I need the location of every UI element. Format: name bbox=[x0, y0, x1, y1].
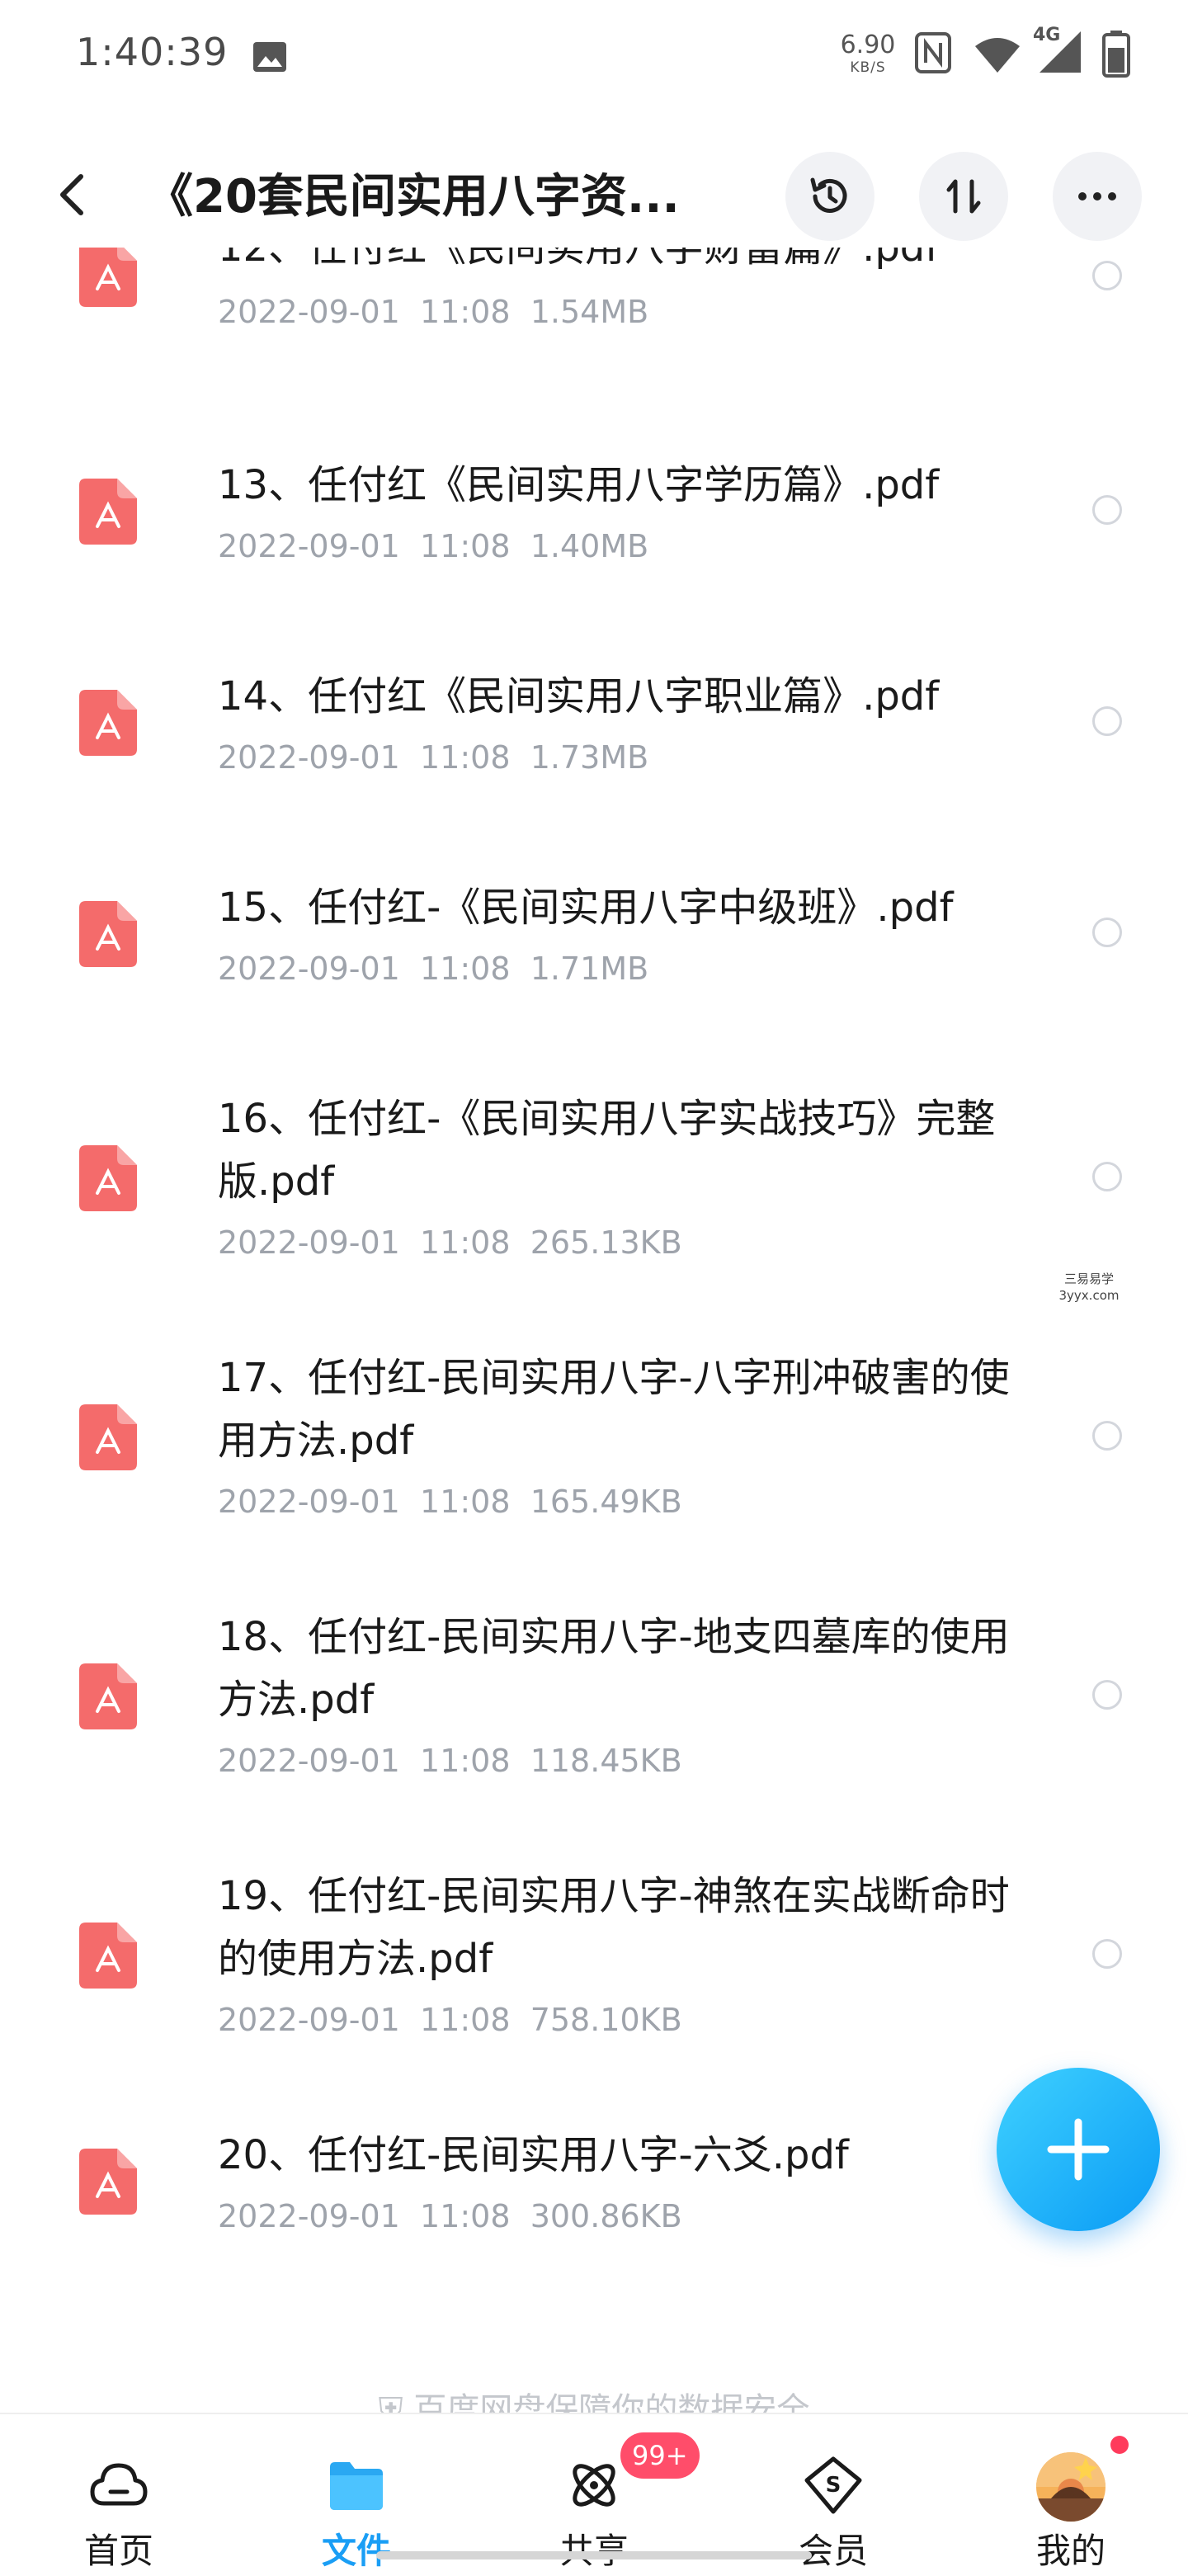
battery-icon bbox=[1102, 31, 1130, 78]
more-button[interactable] bbox=[1053, 152, 1142, 241]
file-row[interactable]: 16、任付红-《民间实用八字实战技巧》完整版.pdf 2022-09-01 11… bbox=[0, 1079, 1188, 1327]
nav-vip-label: 会员 bbox=[798, 2531, 868, 2571]
nav-mine[interactable]: 我的 bbox=[988, 2414, 1153, 2576]
nav-home[interactable]: 首页 bbox=[36, 2414, 201, 2576]
file-name: 14、任付红《民间实用八字职业篇》.pdf bbox=[218, 673, 940, 719]
file-meta: 2022-09-01 11:08 1.54MB bbox=[218, 294, 649, 330]
atom-share-icon bbox=[573, 2464, 615, 2507]
back-arrow-icon[interactable] bbox=[50, 170, 96, 219]
select-checkbox[interactable] bbox=[1092, 1680, 1122, 1710]
wifi-icon bbox=[975, 38, 1020, 73]
network-type: 4G bbox=[1033, 25, 1061, 45]
file-row[interactable]: 19、任付红-民间实用八字-神煞在实战断命时的使用方法.pdf 2022-09-… bbox=[0, 1857, 1188, 2104]
pdf-file-icon bbox=[79, 1663, 137, 1729]
pdf-file-icon bbox=[79, 2149, 137, 2215]
add-button[interactable] bbox=[997, 2068, 1160, 2231]
file-meta: 2022-09-01 11:08 265.13KB bbox=[218, 1224, 682, 1261]
share-badge: 99+ bbox=[620, 2432, 700, 2479]
nav-home-label: 首页 bbox=[83, 2531, 153, 2571]
watermark-line1: 三易易学 bbox=[1063, 1271, 1114, 1286]
pdf-file-icon bbox=[79, 1923, 137, 1989]
network-speed-unit: KB/S bbox=[850, 59, 886, 76]
file-name: 13、任付红《民间实用八字学历篇》.pdf bbox=[218, 462, 940, 508]
select-checkbox[interactable] bbox=[1092, 1162, 1122, 1191]
vip-diamond-icon: S bbox=[804, 2456, 862, 2514]
sort-icon bbox=[946, 179, 981, 214]
file-list: 12、任付红《民间实用八字财富篇》.pdf 2022-09-01 11:08 1… bbox=[0, 248, 1188, 2409]
file-meta: 2022-09-01 11:08 1.40MB bbox=[218, 528, 649, 564]
file-row[interactable]: 15、任付红-《民间实用八字中级班》.pdf 2022-09-01 11:08 … bbox=[0, 868, 1188, 1066]
file-meta: 2022-09-01 11:08 118.45KB bbox=[218, 1743, 682, 1779]
history-icon bbox=[810, 177, 847, 213]
avatar bbox=[1036, 2452, 1106, 2522]
file-name: 18、任付红-民间实用八字-地支四墓库的使用方法.pdf bbox=[218, 1614, 1010, 1723]
select-checkbox[interactable] bbox=[1092, 495, 1122, 525]
file-meta: 2022-09-01 11:08 1.71MB bbox=[218, 951, 649, 987]
nav-share-label: 共享 bbox=[512, 2523, 676, 2574]
pdf-file-icon bbox=[79, 1404, 137, 1470]
image-notification-icon bbox=[253, 42, 286, 72]
file-row[interactable]: 17、任付红-民间实用八字-八字刑冲破害的使用方法.pdf 2022-09-01… bbox=[0, 1338, 1188, 1586]
select-checkbox[interactable] bbox=[1092, 261, 1122, 290]
home-indicator[interactable] bbox=[376, 2551, 812, 2559]
file-name: 19、任付红-民间实用八字-神煞在实战断命时的使用方法.pdf bbox=[218, 1873, 1010, 1982]
status-bar: 1:40:39 6.90 KB/S 4G bbox=[0, 0, 1188, 116]
file-name: 20、任付红-民间实用八字-六爻.pdf bbox=[218, 2132, 849, 2178]
file-row[interactable]: 14、任付红《民间实用八字职业篇》.pdf 2022-09-01 11:08 1… bbox=[0, 657, 1188, 855]
file-meta: 2022-09-01 11:08 1.73MB bbox=[218, 739, 649, 776]
folder-title: 《20套民间实用八字资... bbox=[147, 170, 680, 224]
file-row[interactable]: 18、任付红-民间实用八字-地支四墓库的使用方法.pdf 2022-09-01 … bbox=[0, 1597, 1188, 1845]
history-button[interactable] bbox=[785, 152, 874, 241]
svg-text:S: S bbox=[826, 2473, 842, 2498]
sort-button[interactable] bbox=[919, 152, 1008, 241]
file-row[interactable]: 13、任付红《民间实用八字学历篇》.pdf 2022-09-01 11:08 1… bbox=[0, 446, 1188, 644]
folder-icon bbox=[330, 2462, 383, 2510]
file-meta: 2022-09-01 11:08 300.86KB bbox=[218, 2198, 682, 2234]
file-name: 15、任付红-《民间实用八字中级班》.pdf bbox=[218, 885, 954, 931]
nfc-icon bbox=[915, 32, 951, 73]
select-checkbox[interactable] bbox=[1092, 1421, 1122, 1451]
top-bar: 《20套民间实用八字资... bbox=[0, 140, 1188, 248]
file-meta: 2022-09-01 11:08 165.49KB bbox=[218, 1484, 682, 1520]
pdf-file-icon bbox=[79, 901, 137, 967]
notification-dot bbox=[1110, 2436, 1129, 2454]
network-speed: 6.90 KB/S bbox=[835, 33, 901, 75]
file-name: 16、任付红-《民间实用八字实战技巧》完整版.pdf bbox=[218, 1096, 996, 1205]
select-checkbox[interactable] bbox=[1092, 1939, 1122, 1969]
select-checkbox[interactable] bbox=[1092, 918, 1122, 947]
more-icon bbox=[1078, 192, 1116, 201]
file-meta: 2022-09-01 11:08 758.10KB bbox=[218, 2002, 682, 2038]
file-name: 12、任付红《民间实用八字财富篇》.pdf bbox=[218, 248, 940, 271]
pdf-file-icon bbox=[79, 690, 137, 756]
watermark-line2: 3yyx.com bbox=[1058, 1288, 1120, 1303]
nav-mine-label: 我的 bbox=[1035, 2531, 1106, 2571]
status-time: 1:40:39 bbox=[76, 30, 229, 74]
pdf-file-icon bbox=[79, 479, 137, 545]
cloud-home-icon bbox=[90, 2463, 148, 2506]
watermark: 三易易学 3yyx.com bbox=[1056, 1271, 1122, 1304]
pdf-file-icon bbox=[79, 248, 137, 307]
file-row[interactable]: 12、任付红《民间实用八字财富篇》.pdf 2022-09-01 11:08 1… bbox=[0, 248, 1188, 347]
select-checkbox[interactable] bbox=[1092, 706, 1122, 736]
nav-files-label: 文件 bbox=[321, 2531, 391, 2571]
pdf-file-icon bbox=[79, 1145, 137, 1211]
file-name: 17、任付红-民间实用八字-八字刑冲破害的使用方法.pdf bbox=[218, 1355, 1010, 1464]
plus-icon bbox=[1047, 2118, 1110, 2181]
network-speed-value: 6.90 bbox=[840, 31, 896, 59]
